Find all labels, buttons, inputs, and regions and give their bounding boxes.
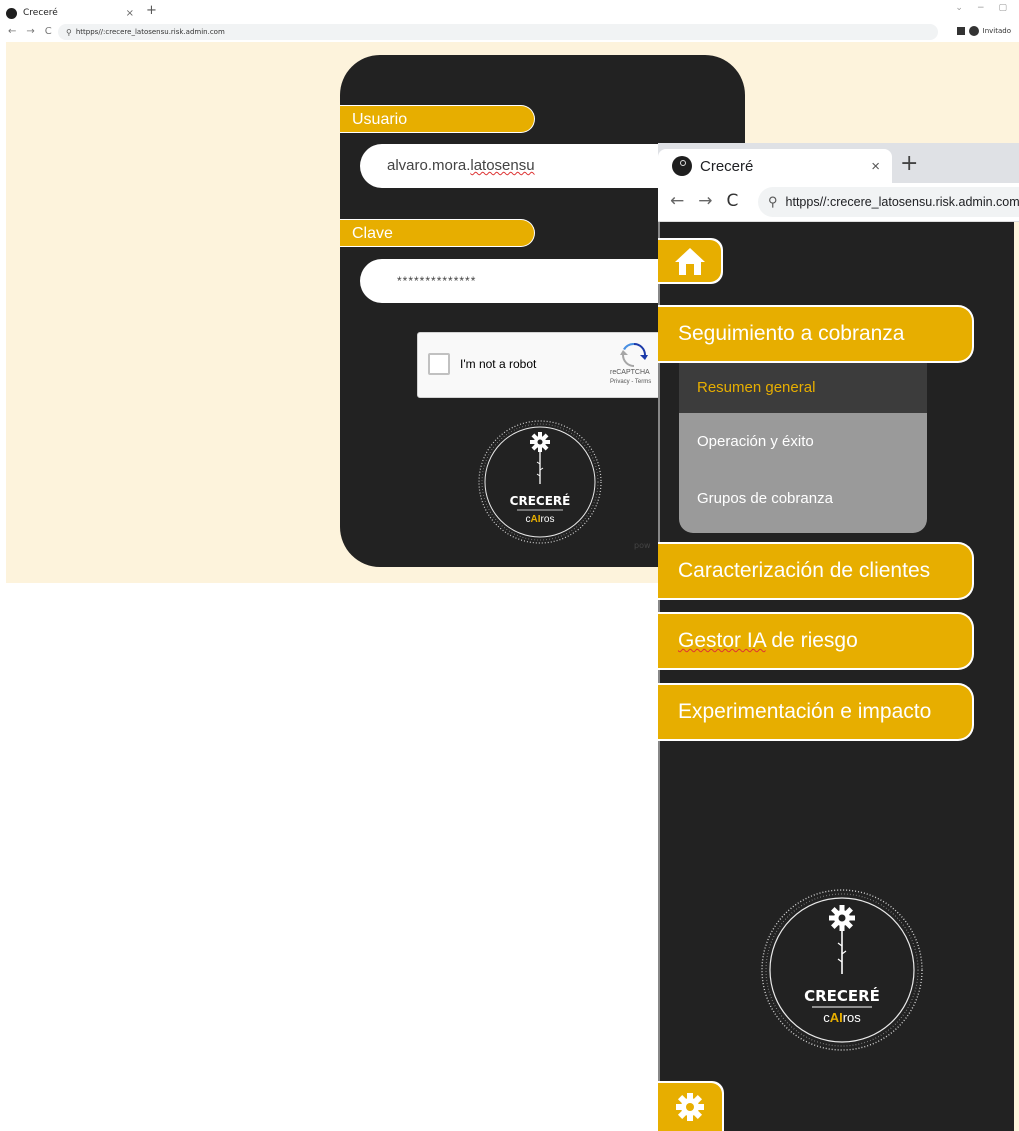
back-url-field[interactable]: ⚲ httpps//:crecere_latosensu.risk.admin.…	[58, 24, 938, 40]
recaptcha-icon	[620, 343, 648, 367]
crecere-favicon-icon	[672, 156, 692, 176]
minimize-icon[interactable]: −	[977, 3, 985, 13]
home-button[interactable]	[658, 238, 723, 284]
crecere-logo: CRECERÉ cAIros	[761, 889, 923, 1051]
password-label: Clave	[340, 219, 535, 247]
menu-item-experimentacion[interactable]: Experimentación e impacto	[658, 683, 974, 741]
front-address-bar: ← → C ⚲ httpps//:crecere_latosensu.risk.…	[658, 183, 1019, 222]
back-arrow-icon[interactable]: ←	[670, 191, 684, 211]
crecere-favicon-icon	[6, 7, 17, 19]
menu-item-label: Gestor IA de riesgo	[658, 614, 972, 668]
back-tab[interactable]: Creceré ×	[2, 4, 134, 22]
sidepanel-icon[interactable]	[956, 27, 965, 35]
back-arrow-icon[interactable]: ←	[8, 26, 16, 37]
profile-area[interactable]: Invitado	[956, 26, 1011, 36]
submenu-seguimiento: Resumen general Operación y éxito Grupos…	[679, 363, 927, 533]
recaptcha-brand: reCAPTCHA	[610, 369, 650, 376]
user-label: Usuario	[340, 105, 535, 133]
close-icon[interactable]: ×	[126, 8, 134, 19]
back-address-bar: ← → C ⚲ httpps//:crecere_latosensu.risk.…	[0, 22, 1019, 42]
reload-icon[interactable]: C	[45, 26, 52, 37]
chevron-down-icon[interactable]: ⌄	[955, 3, 963, 13]
home-icon	[675, 248, 705, 275]
user-input-value: alvaro.mora.latosensu	[387, 157, 535, 174]
back-url-text: httpps//:crecere_latosensu.risk.admin.co…	[75, 28, 225, 36]
submenu-item-grupos[interactable]: Grupos de cobranza	[679, 470, 927, 527]
sunflower-gear-logo	[829, 905, 855, 974]
submenu-item-operacion[interactable]: Operación y éxito	[679, 413, 927, 470]
sunflower-gear-logo	[530, 432, 550, 484]
back-tab-bar: Creceré × + ⌄ − ▢	[0, 0, 1019, 22]
menu-item-label: Caracterización de clientes	[658, 544, 972, 598]
menu-item-seguimiento[interactable]: Seguimiento a cobranza	[658, 305, 974, 363]
new-tab-icon[interactable]: +	[146, 3, 157, 18]
sidebar-panel: Seguimiento a cobranza Resumen general O…	[658, 222, 1019, 1131]
logo-brand: CRECERÉ	[804, 986, 880, 1005]
profile-label: Invitado	[982, 27, 1011, 35]
recaptcha-links[interactable]: Privacy - Terms	[610, 379, 651, 385]
front-url-field[interactable]: ⚲ httpps//:crecere_latosensu.risk.admin.…	[758, 187, 1019, 217]
back-tab-title: Creceré	[23, 8, 58, 18]
crecere-logo: CRECERÉ cAIros	[478, 420, 602, 544]
logo-sub: cAIros	[526, 514, 555, 525]
reload-icon[interactable]: C	[727, 191, 739, 211]
recaptcha-checkbox[interactable]	[428, 353, 450, 375]
submenu-item-resumen[interactable]: Resumen general	[679, 363, 927, 413]
forward-arrow-icon[interactable]: →	[26, 26, 34, 37]
front-tab-title: Creceré	[700, 157, 754, 175]
menu-item-label: Seguimiento a cobranza	[658, 307, 972, 361]
page-background-strip	[1014, 222, 1019, 1131]
window-controls: ⌄ − ▢	[955, 3, 1007, 13]
menu-item-label: Experimentación e impacto	[658, 685, 972, 739]
front-tab-bar: Creceré × +	[658, 143, 1019, 183]
menu-item-gestor[interactable]: Gestor IA de riesgo	[658, 612, 974, 670]
menu-item-caracterizacion[interactable]: Caracterización de clientes	[658, 542, 974, 600]
search-icon: ⚲	[768, 194, 778, 209]
settings-button[interactable]	[658, 1081, 724, 1131]
logo-brand: CRECERÉ	[510, 493, 571, 508]
gear-icon	[676, 1093, 704, 1121]
forward-arrow-icon[interactable]: →	[698, 191, 712, 211]
front-browser-window: Creceré × + ← → C ⚲ httpps//:crecere_lat…	[658, 143, 1019, 1131]
front-tab[interactable]: Creceré ×	[658, 149, 892, 183]
search-icon: ⚲	[66, 27, 72, 37]
restore-icon[interactable]: ▢	[998, 3, 1007, 13]
logo-sub: cAIros	[823, 1010, 861, 1025]
new-tab-icon[interactable]: +	[900, 149, 918, 179]
profile-avatar-icon[interactable]	[968, 26, 979, 36]
close-icon[interactable]: ×	[871, 158, 880, 175]
powered-text: pow	[634, 541, 651, 550]
front-url-text: httpps//:crecere_latosensu.risk.admin.co…	[785, 195, 1019, 209]
recaptcha-label: I'm not a robot	[460, 357, 537, 371]
